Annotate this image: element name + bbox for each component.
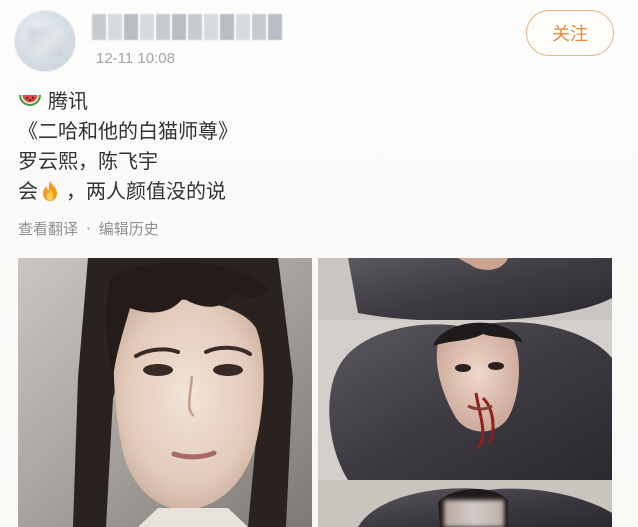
post-image-1[interactable] xyxy=(18,258,312,527)
follow-button[interactable]: 关注 xyxy=(526,10,614,56)
post-actions: 查看翻译 · 编辑历史 xyxy=(18,218,159,239)
watermark-blur xyxy=(444,500,504,527)
fire-icon xyxy=(40,180,60,202)
post-text: 腾讯 《二哈和他的白猫师尊》 罗云熙，陈飞宇 会 ，两人颜值没的说 xyxy=(18,86,238,206)
post-line-3: 罗云熙，陈飞宇 xyxy=(18,146,238,176)
line4-suffix: ，两人颜值没的说 xyxy=(66,179,226,203)
source-name: 腾讯 xyxy=(48,89,88,113)
drama-title: 《二哈和他的白猫师尊》 xyxy=(18,119,238,143)
portrait-illustration xyxy=(18,258,312,527)
post-line-1: 腾讯 xyxy=(18,86,238,116)
cast-names: 罗云熙，陈飞宇 xyxy=(18,149,158,173)
avatar-blur xyxy=(28,28,62,56)
edit-history-link[interactable]: 编辑历史 xyxy=(99,218,159,239)
post-line-2: 《二哈和他的白猫师尊》 xyxy=(18,116,238,146)
avatar[interactable] xyxy=(14,10,76,72)
post-timestamp: 12-11 10:08 xyxy=(96,50,175,67)
line4-prefix: 会 xyxy=(18,179,38,203)
post-image-2[interactable] xyxy=(318,258,612,527)
stills-illustration xyxy=(318,258,612,527)
watermelon-icon xyxy=(18,91,42,111)
username-redacted[interactable] xyxy=(92,14,282,40)
actions-separator: · xyxy=(86,219,91,238)
translate-link[interactable]: 查看翻译 xyxy=(18,218,78,239)
post-line-4: 会 ，两人颜值没的说 xyxy=(18,176,238,206)
weibo-post: 12-11 10:08 关注 腾讯 《二哈和他的白猫师尊》 罗云熙，陈飞宇 会 … xyxy=(0,0,638,527)
